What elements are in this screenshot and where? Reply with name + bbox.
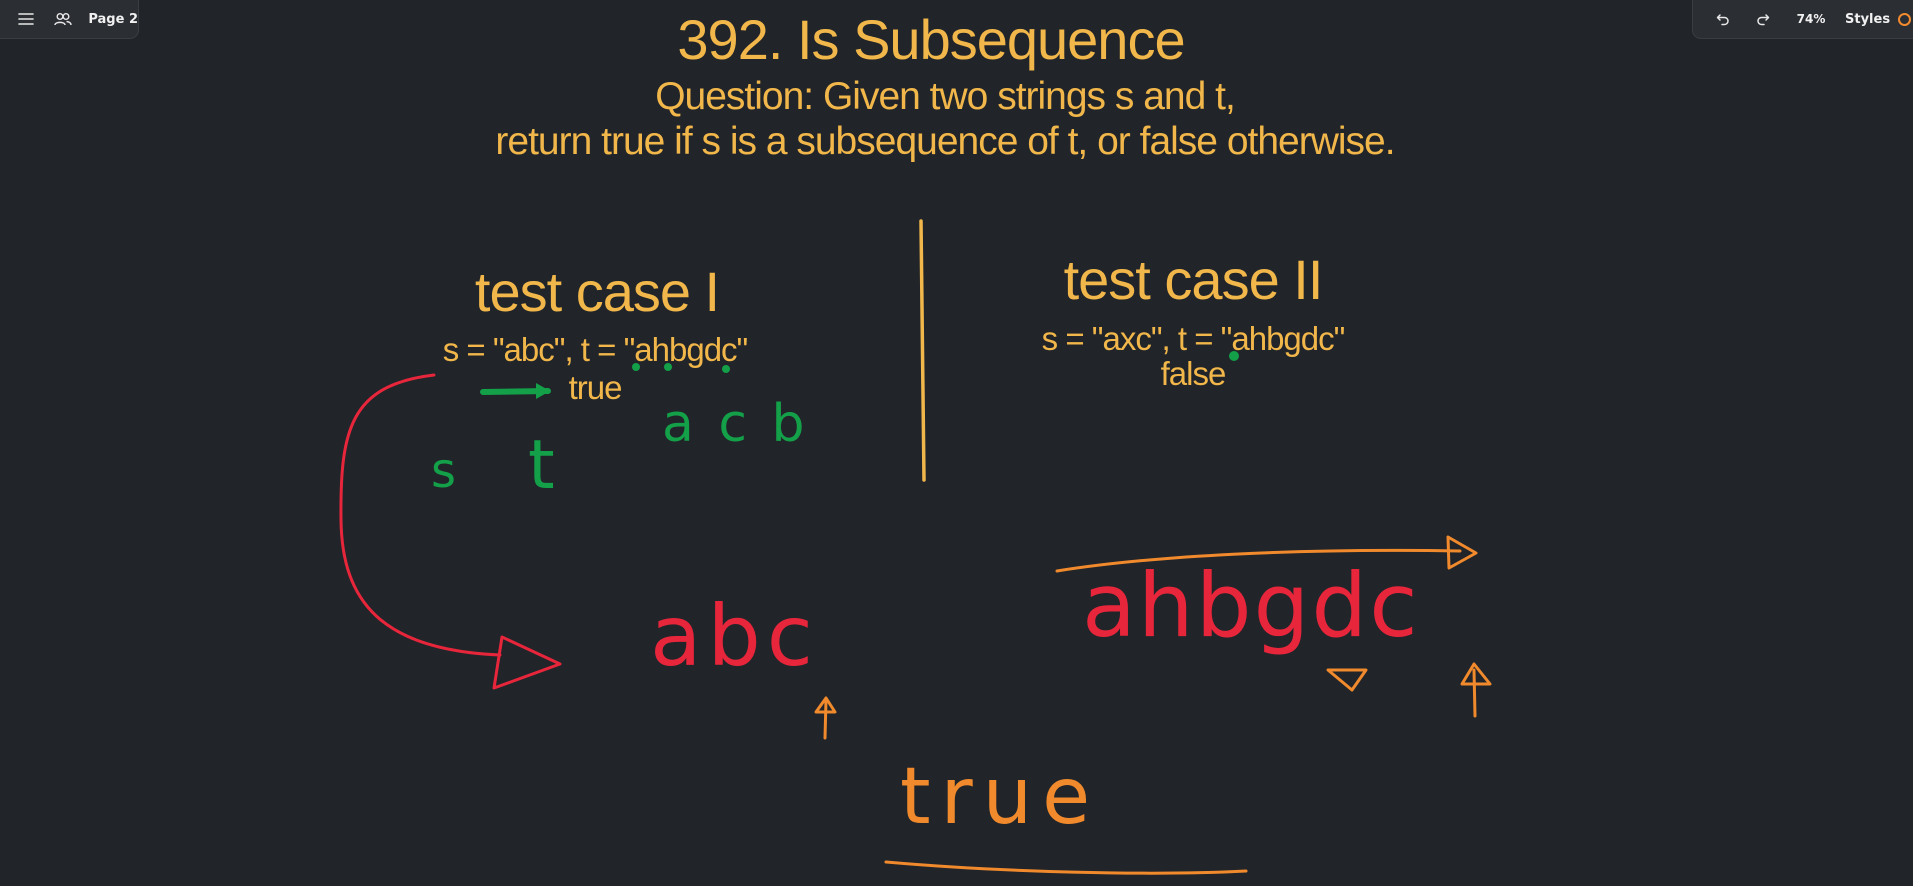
- red-marker: [1326, 668, 1368, 692]
- board-title: 392. Is Subsequence: [677, 8, 1185, 71]
- whiteboard-canvas[interactable]: 392. Is Subsequence Question: Given two …: [0, 0, 1913, 886]
- redo-icon: [1757, 14, 1770, 26]
- orange-pointer: [823, 698, 828, 740]
- case1-heading: test case I: [474, 260, 720, 323]
- collaborators-button[interactable]: [45, 0, 82, 39]
- question-line-1: Question: Given two strings s and t,: [655, 75, 1236, 118]
- case2-heading: test case II: [1063, 248, 1324, 311]
- orange-true: true: [900, 752, 1101, 842]
- orange-underline: [884, 860, 1248, 875]
- styles-color-icon[interactable]: [1898, 12, 1912, 26]
- red-abc: abc: [650, 587, 819, 685]
- case2-output: false: [1160, 355, 1227, 392]
- red-arrow-head: [492, 635, 562, 690]
- redo-button[interactable]: [1743, 0, 1783, 39]
- zoom-level[interactable]: 74%: [1783, 12, 1839, 26]
- question-line-2: return true if s is a subsequence of t, …: [495, 120, 1395, 163]
- green-t: t: [528, 426, 555, 505]
- undo-icon: [1716, 14, 1729, 26]
- menu-button[interactable]: [8, 0, 45, 39]
- hamburger-menu-icon: [18, 13, 35, 25]
- undo-button[interactable]: [1703, 0, 1743, 39]
- orange-top-arrow-head: [1446, 535, 1478, 570]
- green-s: s: [431, 443, 457, 499]
- green-arrow-head: [536, 383, 550, 399]
- styles-button[interactable]: Styles: [1839, 12, 1890, 27]
- case2-input: s = "axc", t = "ahbgdc": [1041, 320, 1346, 357]
- green-acb: a c b: [662, 394, 809, 454]
- orange-pointer-2: [1472, 668, 1477, 718]
- toolbar-right: 74% Styles: [1692, 0, 1913, 39]
- toolbar-left: Page 2: [0, 0, 139, 39]
- case1-output: true: [568, 369, 623, 406]
- red-curve-arrow: [339, 373, 502, 657]
- case1-input: s = "abc", t = "ahbgdc": [442, 331, 749, 368]
- red-ahbgdc: ahbgdc: [1082, 554, 1420, 657]
- orange-pointer-2-head: [1460, 662, 1492, 686]
- people-icon: [54, 13, 72, 26]
- divider-line: [919, 219, 926, 482]
- page-selector[interactable]: Page 2: [81, 12, 138, 27]
